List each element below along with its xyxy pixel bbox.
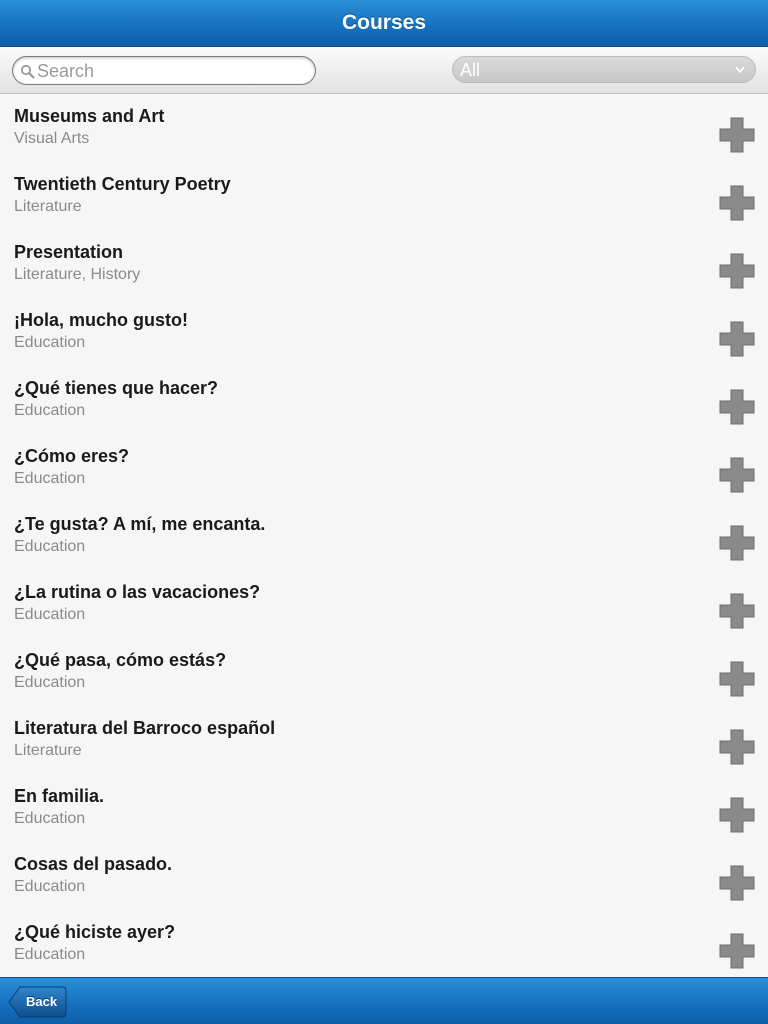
plus-icon bbox=[719, 797, 755, 833]
course-title: Cosas del pasado. bbox=[14, 854, 173, 874]
footer-toolbar: Back bbox=[0, 977, 768, 1024]
course-category: Visual Arts bbox=[14, 130, 90, 147]
filter-bar: All bbox=[0, 47, 768, 94]
course-item[interactable]: Presentation Literature, History bbox=[0, 231, 768, 299]
plus-icon bbox=[719, 185, 755, 221]
course-title: Museums and Art bbox=[14, 106, 165, 126]
course-category: Education bbox=[14, 606, 86, 623]
search-box[interactable] bbox=[12, 56, 316, 85]
add-course-button[interactable] bbox=[718, 728, 756, 766]
course-item[interactable]: ¿Qué pasa, cómo estás? Education bbox=[0, 639, 768, 707]
course-title: ¿Qué tienes que hacer? bbox=[14, 378, 219, 398]
add-course-button[interactable] bbox=[718, 932, 756, 970]
course-item[interactable]: Cosas del pasado. Education bbox=[0, 843, 768, 911]
add-course-button[interactable] bbox=[718, 796, 756, 834]
course-item[interactable]: ¿Cómo eres? Education bbox=[0, 435, 768, 503]
course-item[interactable]: ¿Qué hiciste ayer? Education bbox=[0, 911, 768, 977]
course-category: Education bbox=[14, 810, 86, 827]
course-item[interactable]: ¡Hola, mucho gusto! Education bbox=[0, 299, 768, 367]
courses-page: Courses All Museums and Art Visual Arts … bbox=[0, 0, 768, 1024]
course-title: ¡Hola, mucho gusto! bbox=[14, 310, 188, 330]
plus-icon bbox=[719, 117, 755, 153]
course-category: Literature bbox=[14, 198, 82, 215]
add-course-button[interactable] bbox=[718, 116, 756, 154]
course-title: Presentation bbox=[14, 242, 124, 262]
course-category: Education bbox=[14, 946, 86, 963]
course-category: Education bbox=[14, 538, 86, 555]
add-course-button[interactable] bbox=[718, 388, 756, 426]
search-icon bbox=[20, 64, 35, 79]
course-item[interactable]: ¿Qué tienes que hacer? Education bbox=[0, 367, 768, 435]
category-filter-value: All bbox=[460, 60, 481, 80]
course-title: ¿La rutina o las vacaciones? bbox=[14, 582, 261, 602]
add-course-button[interactable] bbox=[718, 252, 756, 290]
course-category: Education bbox=[14, 470, 86, 487]
plus-icon bbox=[719, 661, 755, 697]
category-filter-select[interactable]: All bbox=[452, 56, 756, 83]
course-item[interactable]: En familia. Education bbox=[0, 775, 768, 843]
add-course-button[interactable] bbox=[718, 320, 756, 358]
plus-icon bbox=[719, 389, 755, 425]
course-title: ¿Qué hiciste ayer? bbox=[14, 922, 176, 942]
plus-icon bbox=[719, 593, 755, 629]
search-input[interactable] bbox=[37, 60, 307, 82]
course-item[interactable]: Museums and Art Visual Arts bbox=[0, 95, 768, 163]
header-bar: Courses bbox=[0, 0, 768, 47]
back-button-label: Back bbox=[26, 994, 58, 1009]
course-category: Education bbox=[14, 878, 86, 895]
add-course-button[interactable] bbox=[718, 456, 756, 494]
course-item[interactable]: ¿La rutina o las vacaciones? Education bbox=[0, 571, 768, 639]
course-title: ¿Te gusta? A mí, me encanta. bbox=[14, 514, 266, 534]
add-course-button[interactable] bbox=[718, 864, 756, 902]
course-title: Literatura del Barroco español bbox=[14, 718, 276, 738]
plus-icon bbox=[719, 321, 755, 357]
plus-icon bbox=[719, 729, 755, 765]
course-title: Twentieth Century Poetry bbox=[14, 174, 231, 194]
add-course-button[interactable] bbox=[718, 524, 756, 562]
add-course-button[interactable] bbox=[718, 184, 756, 222]
plus-icon bbox=[719, 253, 755, 289]
course-category: Literature bbox=[14, 742, 82, 759]
back-button[interactable]: Back bbox=[8, 986, 67, 1018]
course-item[interactable]: Twentieth Century Poetry Literature bbox=[0, 163, 768, 231]
course-title: ¿Qué pasa, cómo estás? bbox=[14, 650, 227, 670]
plus-icon bbox=[719, 865, 755, 901]
add-course-button[interactable] bbox=[718, 660, 756, 698]
course-category: Education bbox=[14, 334, 86, 351]
course-item[interactable]: Literatura del Barroco español Literatur… bbox=[0, 707, 768, 775]
plus-icon bbox=[719, 525, 755, 561]
course-title: ¿Cómo eres? bbox=[14, 446, 130, 466]
course-list: Museums and Art Visual Arts Twentieth Ce… bbox=[0, 95, 768, 977]
add-course-button[interactable] bbox=[718, 592, 756, 630]
course-category: Literature, History bbox=[14, 266, 141, 283]
course-category: Education bbox=[14, 402, 86, 419]
chevron-down-icon bbox=[735, 66, 745, 74]
plus-icon bbox=[719, 457, 755, 493]
plus-icon bbox=[719, 933, 755, 969]
page-title: Courses bbox=[341, 11, 427, 34]
course-title: En familia. bbox=[14, 786, 105, 806]
course-item[interactable]: ¿Te gusta? A mí, me encanta. Education bbox=[0, 503, 768, 571]
course-category: Education bbox=[14, 674, 86, 691]
